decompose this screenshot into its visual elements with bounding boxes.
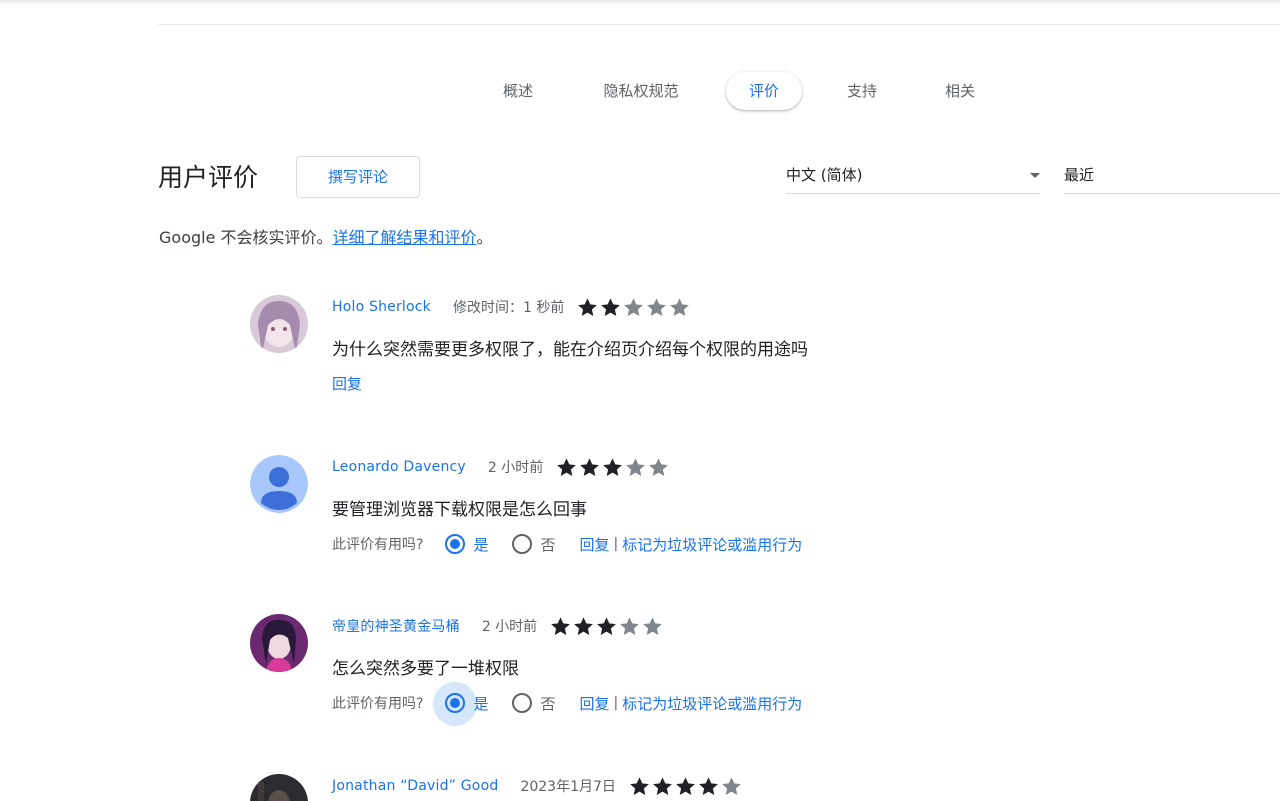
review-author[interactable]: Holo Sherlock xyxy=(332,299,431,315)
sort-select-value: 最近 xyxy=(1064,166,1095,184)
helpful-no-option[interactable]: 否 xyxy=(512,534,555,555)
chevron-down-icon xyxy=(1030,173,1040,178)
avatar[interactable] xyxy=(250,774,308,801)
language-select-value: 中文 (简体) xyxy=(786,166,863,184)
no-label: 否 xyxy=(540,535,556,554)
review-time: 2 小时前 xyxy=(487,460,544,476)
star-filled-icon xyxy=(555,456,578,478)
disclaimer: Google 不会核实评价。详细了解结果和评价。 xyxy=(159,224,493,248)
star-rating xyxy=(549,615,664,637)
review-header: Holo Sherlock 修改时间：1 秒前 xyxy=(332,295,691,319)
review-item: 帝皇的神圣黄金马桶 2 小时前 怎么突然多要了一堆权限 此评价有用吗? 是 否 … xyxy=(250,614,970,726)
reply-link[interactable]: 回复 xyxy=(579,693,609,714)
star-rating xyxy=(628,775,743,797)
star-empty-icon xyxy=(618,615,641,637)
star-empty-icon xyxy=(624,456,647,478)
star-filled-icon xyxy=(651,775,674,797)
disclaimer-suffix: 。 xyxy=(476,228,493,247)
report-link[interactable]: 标记为垃圾评论或滥用行为 xyxy=(622,693,802,714)
radio-yes[interactable] xyxy=(445,534,466,554)
review-time: 2023年1月7日 xyxy=(520,779,616,795)
star-filled-icon xyxy=(578,456,601,478)
reply-link[interactable]: 回复 xyxy=(579,534,609,555)
top-bar-shadow xyxy=(0,0,1280,6)
review-time: 修改时间：1 秒前 xyxy=(453,300,565,316)
review-author[interactable]: Jonathan “David” Good xyxy=(332,778,498,794)
review-text: 为什么突然需要更多权限了，能在介绍页介绍每个权限的用途吗 xyxy=(332,340,808,360)
helpful-yes-option[interactable]: 是 xyxy=(445,534,488,555)
avatar[interactable] xyxy=(250,455,308,513)
review-header: Jonathan “David” Good 2023年1月7日 xyxy=(332,774,743,798)
star-filled-icon xyxy=(549,615,572,637)
star-empty-icon xyxy=(720,775,743,797)
write-review-button[interactable]: 撰写评论 xyxy=(296,156,420,198)
star-filled-icon xyxy=(601,456,624,478)
helpful-row: 此评价有用吗? 是 否 回复 | 标记为垃圾评论或滥用行为 xyxy=(332,681,802,726)
star-filled-icon xyxy=(599,296,622,318)
divider xyxy=(158,24,1280,25)
helpful-yes-option[interactable]: 是 xyxy=(433,681,488,726)
helpful-question: 此评价有用吗? xyxy=(332,537,424,553)
star-rating xyxy=(555,456,670,478)
report-link[interactable]: 标记为垃圾评论或滥用行为 xyxy=(622,534,802,555)
star-filled-icon xyxy=(576,296,599,318)
no-label: 否 xyxy=(540,694,556,713)
tab-support[interactable]: 支持 xyxy=(834,72,890,110)
section-title: 用户评价 xyxy=(158,163,259,192)
helpful-no-option[interactable]: 否 xyxy=(512,693,555,714)
star-empty-icon xyxy=(622,296,645,318)
helpful-question: 此评价有用吗? xyxy=(332,696,424,712)
radio-no[interactable] xyxy=(512,534,533,554)
star-filled-icon xyxy=(595,615,618,637)
separator: | xyxy=(613,536,619,552)
avatar[interactable] xyxy=(250,614,308,672)
disclaimer-text: Google 不会核实评价。 xyxy=(159,228,333,247)
review-time: 2 小时前 xyxy=(481,619,538,635)
star-filled-icon xyxy=(628,775,651,797)
yes-label: 是 xyxy=(473,535,489,554)
tab-overview[interactable]: 概述 xyxy=(490,72,546,110)
star-rating xyxy=(576,296,691,318)
tab-related[interactable]: 相关 xyxy=(932,72,988,110)
star-filled-icon xyxy=(674,775,697,797)
avatar[interactable] xyxy=(250,295,308,353)
review-author[interactable]: Leonardo Davency xyxy=(332,459,466,475)
review-text: 怎么突然多要了一堆权限 xyxy=(332,659,519,679)
star-empty-icon xyxy=(645,296,668,318)
review-item: Leonardo Davency 2 小时前 要管理浏览器下载权限是怎么回事 此… xyxy=(250,455,970,565)
language-select[interactable]: 中文 (简体) xyxy=(786,158,1040,194)
star-empty-icon xyxy=(668,296,691,318)
review-item: Jonathan “David” Good 2023年1月7日 xyxy=(250,774,970,801)
review-author[interactable]: 帝皇的神圣黄金马桶 xyxy=(332,616,460,636)
star-empty-icon xyxy=(647,456,670,478)
review-text: 要管理浏览器下载权限是怎么回事 xyxy=(332,500,587,520)
review-header: 帝皇的神圣黄金马桶 2 小时前 xyxy=(332,614,664,638)
radio-no[interactable] xyxy=(512,693,533,713)
tab-privacy[interactable]: 隐私权规范 xyxy=(590,72,692,110)
star-filled-icon xyxy=(697,775,720,797)
star-filled-icon xyxy=(572,615,595,637)
separator: | xyxy=(613,695,619,711)
reply-link[interactable]: 回复 xyxy=(332,373,362,394)
sort-select[interactable]: 最近 xyxy=(1064,158,1280,194)
review-header: Leonardo Davency 2 小时前 xyxy=(332,455,670,479)
tab-reviews[interactable]: 评价 xyxy=(726,72,802,110)
learn-more-link[interactable]: 详细了解结果和评价 xyxy=(333,228,477,247)
helpful-row: 此评价有用吗? 是 否 回复 | 标记为垃圾评论或滥用行为 xyxy=(332,533,802,555)
star-empty-icon xyxy=(641,615,664,637)
review-item: Holo Sherlock 修改时间：1 秒前 为什么突然需要更多权限了，能在介… xyxy=(250,295,970,405)
